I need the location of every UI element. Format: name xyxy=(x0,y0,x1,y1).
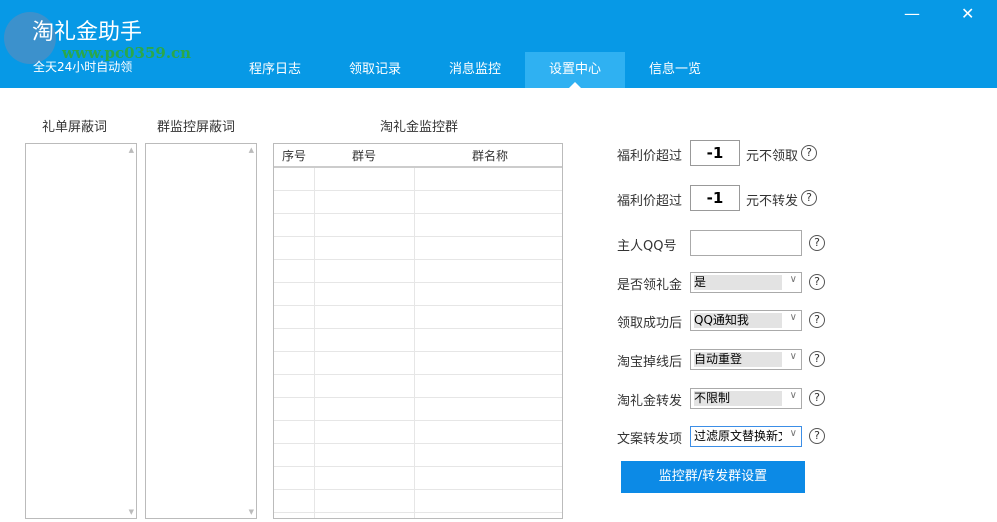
column-group-id[interactable]: 群号 xyxy=(352,144,376,168)
help-icon[interactable]: ? xyxy=(801,145,817,161)
column-index[interactable]: 序号 xyxy=(282,144,306,168)
minimize-button[interactable]: — xyxy=(904,4,920,23)
select-label: 领取成功后 xyxy=(617,316,683,331)
help-icon[interactable]: ? xyxy=(809,274,825,290)
table-row[interactable] xyxy=(274,191,562,214)
table-row[interactable] xyxy=(274,260,562,283)
monitor-groups-table[interactable]: 序号 群号 群名称 xyxy=(273,143,563,519)
scroll-down-icon[interactable]: ▼ xyxy=(129,508,134,516)
chevron-down-icon: ∨ xyxy=(789,390,797,401)
scroll-down-icon[interactable]: ▼ xyxy=(249,508,254,516)
welfare-receive-input[interactable]: -1 xyxy=(690,140,740,166)
tab-info[interactable]: 信息一览 xyxy=(625,52,725,88)
app-subtitle: 全天24小时自动领 xyxy=(33,60,133,74)
owner-qq-input[interactable] xyxy=(690,230,802,256)
select-value: QQ通知我 xyxy=(694,313,782,328)
table-row[interactable] xyxy=(274,375,562,398)
tab-log[interactable]: 程序日志 xyxy=(225,52,325,88)
help-icon[interactable]: ? xyxy=(809,428,825,444)
chevron-down-icon: ∨ xyxy=(789,312,797,323)
table-row[interactable] xyxy=(274,237,562,260)
select-label: 文案转发项 xyxy=(617,432,683,447)
table-row[interactable] xyxy=(274,168,562,191)
group-block-label: 群监控屏蔽词 xyxy=(157,120,236,135)
setting-select[interactable]: 不限制 ∨ xyxy=(690,388,802,409)
title-bar: 淘礼金助手 www.pc0359.cn 全天24小时自动领 — ✕ 程序日志 领… xyxy=(0,0,997,88)
tab-monitor[interactable]: 消息监控 xyxy=(425,52,525,88)
table-row[interactable] xyxy=(274,329,562,352)
help-icon[interactable]: ? xyxy=(809,351,825,367)
table-row[interactable] xyxy=(274,398,562,421)
table-row[interactable] xyxy=(274,352,562,375)
select-value: 过滤原文替换新文 xyxy=(694,429,782,443)
table-row[interactable] xyxy=(274,421,562,444)
app-title: 淘礼金助手 xyxy=(32,20,143,45)
table-header: 序号 群号 群名称 xyxy=(274,144,562,168)
select-label: 淘礼金转发 xyxy=(617,394,683,409)
welfare-receive-suffix: 元不领取 xyxy=(746,149,799,164)
scroll-up-icon[interactable]: ▲ xyxy=(129,146,134,154)
owner-qq-label: 主人QQ号 xyxy=(617,239,677,254)
gift-block-textarea[interactable]: ▲ ▼ xyxy=(25,143,137,519)
table-row[interactable] xyxy=(274,283,562,306)
chevron-down-icon: ∨ xyxy=(789,351,797,362)
table-row[interactable] xyxy=(274,214,562,237)
tab-settings[interactable]: 设置中心 xyxy=(525,52,625,88)
group-settings-button[interactable]: 监控群/转发群设置 xyxy=(621,461,805,493)
welfare-forward-label: 福利价超过 xyxy=(617,194,683,209)
close-button[interactable]: ✕ xyxy=(961,4,974,23)
gift-block-label: 礼单屏蔽词 xyxy=(42,120,108,135)
help-icon[interactable]: ? xyxy=(801,190,817,206)
welfare-receive-label: 福利价超过 xyxy=(617,149,683,164)
help-icon[interactable]: ? xyxy=(809,235,825,251)
welfare-forward-input[interactable]: -1 xyxy=(690,185,740,211)
select-label: 是否领礼金 xyxy=(617,278,683,293)
help-icon[interactable]: ? xyxy=(809,390,825,406)
monitor-groups-label: 淘礼金监控群 xyxy=(380,120,459,135)
chevron-down-icon: ∨ xyxy=(789,274,797,285)
setting-select[interactable]: 自动重登 ∨ xyxy=(690,349,802,370)
setting-select[interactable]: QQ通知我 ∨ xyxy=(690,310,802,331)
table-row[interactable] xyxy=(274,467,562,490)
welfare-forward-suffix: 元不转发 xyxy=(746,194,799,209)
select-value: 不限制 xyxy=(694,391,782,406)
table-row[interactable] xyxy=(274,444,562,467)
table-row[interactable] xyxy=(274,490,562,513)
group-block-textarea[interactable]: ▲ ▼ xyxy=(145,143,257,519)
scroll-up-icon[interactable]: ▲ xyxy=(249,146,254,154)
help-icon[interactable]: ? xyxy=(809,312,825,328)
select-value: 自动重登 xyxy=(694,352,782,367)
column-group-name[interactable]: 群名称 xyxy=(472,144,508,168)
chevron-down-icon: ∨ xyxy=(789,428,797,439)
table-row[interactable] xyxy=(274,306,562,329)
select-label: 淘宝掉线后 xyxy=(617,355,683,370)
select-value: 是 xyxy=(694,275,782,290)
setting-select[interactable]: 过滤原文替换新文 ∨ xyxy=(690,426,802,447)
tab-records[interactable]: 领取记录 xyxy=(325,52,425,88)
setting-select[interactable]: 是 ∨ xyxy=(690,272,802,293)
